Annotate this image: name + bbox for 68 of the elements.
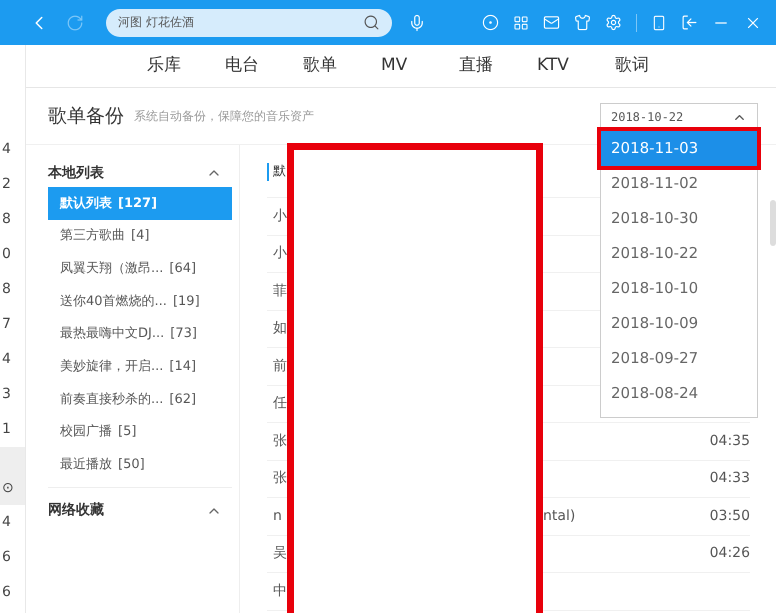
- song-duration: 04:33: [710, 469, 750, 488]
- search-field[interactable]: 河图 灯花佐酒: [106, 8, 392, 36]
- edge-digit: 4: [1, 140, 12, 159]
- date-option[interactable]: 2018-10-09: [601, 306, 757, 341]
- search-icon[interactable]: [363, 14, 380, 30]
- playlist-item[interactable]: 最近播放 [50]: [48, 448, 232, 482]
- song-duration: 04:26: [710, 544, 750, 564]
- song-duration: 03:50: [710, 506, 750, 526]
- exit-icon[interactable]: [681, 14, 698, 31]
- date-option[interactable]: 2018-10-22: [601, 236, 757, 271]
- edge-digit: 6: [1, 548, 12, 567]
- song-title: 小: [273, 206, 287, 226]
- edge-digit: 3: [1, 385, 12, 404]
- playlist-item[interactable]: 校园广播 [5]: [48, 416, 232, 448]
- date-option[interactable]: 2018-09-27: [601, 341, 757, 376]
- nav-tab[interactable]: 直播: [459, 53, 537, 79]
- edge-digit: 0: [1, 245, 12, 264]
- edge-digit: 4: [1, 513, 12, 532]
- nav-tab[interactable]: MV: [381, 53, 459, 79]
- song-title: 张: [273, 469, 287, 488]
- shirt-icon[interactable]: [574, 14, 591, 31]
- nav-tab[interactable]: KTV: [537, 53, 615, 79]
- song-title: 张: [273, 432, 287, 451]
- edge-digit: 4: [1, 350, 12, 369]
- date-option[interactable]: 2018-10-10: [601, 271, 757, 306]
- edge-digit: 7: [1, 315, 12, 334]
- playlist-item[interactable]: 送你40首燃烧的... [19]: [48, 285, 232, 318]
- edge-digit: ⊙: [0, 447, 25, 505]
- edge-digit: 2: [1, 175, 12, 194]
- song-title: 任: [273, 394, 287, 414]
- list-header: 默: [273, 162, 286, 181]
- nav-tab[interactable]: 歌词: [615, 53, 693, 79]
- section-title: 网络收藏: [48, 501, 104, 520]
- playlist-item[interactable]: 前奏直接秒杀的... [62]: [48, 383, 232, 416]
- mail-icon[interactable]: [543, 14, 560, 31]
- microphone-icon[interactable]: [408, 14, 426, 32]
- date-option[interactable]: 2018-11-02: [601, 166, 757, 201]
- edge-digit: 8: [1, 280, 12, 299]
- song-title: 中: [273, 582, 287, 601]
- edge-digit: 8: [1, 210, 12, 229]
- edge-digit: 1: [1, 420, 12, 439]
- grid-icon[interactable]: [513, 14, 529, 30]
- settings-icon[interactable]: [605, 14, 622, 31]
- song-title: 吴: [273, 544, 287, 564]
- nav-tab[interactable]: 电台: [225, 53, 303, 79]
- playlist-item[interactable]: 凤翼天翔（激昂... [64]: [48, 252, 232, 286]
- nav-tab[interactable]: 乐库: [147, 53, 225, 79]
- song-duration: 04:35: [710, 432, 750, 451]
- song-title: 菲: [273, 282, 287, 301]
- date-option[interactable]: 2018-08-24: [601, 376, 757, 411]
- song-title: n: [273, 506, 283, 526]
- playlist-item[interactable]: 第三方歌曲 [4]: [48, 220, 232, 252]
- playlist-item[interactable]: 美妙旋律，开启... [14]: [48, 350, 232, 384]
- song-title: ntal): [543, 506, 576, 526]
- edge-digit: 6: [1, 583, 12, 602]
- song-title: 如: [273, 319, 287, 338]
- song-title: 小: [273, 244, 287, 264]
- scrollbar[interactable]: [770, 200, 776, 246]
- nav-tab[interactable]: 歌单: [303, 53, 381, 79]
- refresh-icon[interactable]: [66, 14, 84, 32]
- playlist-item[interactable]: 最热最嗨中文DJ... [73]: [48, 318, 232, 350]
- date-option[interactable]: 2018-10-30: [601, 201, 757, 236]
- page-title: 歌单备份: [48, 104, 124, 129]
- section-title: 本地列表: [48, 164, 104, 182]
- page-subtitle: 系统自动备份，保障您的音乐资产: [134, 108, 314, 125]
- target-icon[interactable]: [482, 14, 499, 31]
- phone-icon[interactable]: [651, 14, 667, 30]
- song-title: 前: [273, 356, 287, 376]
